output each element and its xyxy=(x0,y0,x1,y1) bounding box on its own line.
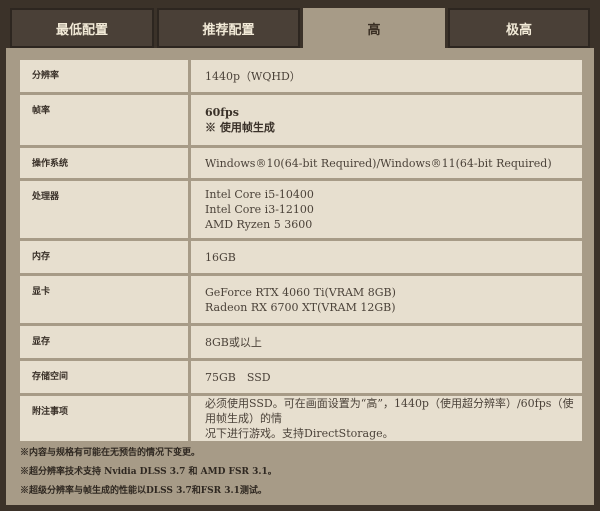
row-value: 75GB SSD xyxy=(191,361,582,393)
row-value: 8GB或以上 xyxy=(191,326,582,358)
tab-minimum[interactable]: 最低配置 xyxy=(10,8,154,48)
row-value: 60fps ※ 使用帧生成 xyxy=(191,95,582,145)
row-label: 显卡 xyxy=(20,276,188,323)
footnote: ※内容与规格有可能在无预告的情况下变更。 xyxy=(20,448,201,458)
row-cpu: 处理器 Intel Core i5-10400 Intel Core i3-12… xyxy=(20,181,582,238)
row-value-line: 60fps xyxy=(205,106,239,119)
tab-label: 最低配置 xyxy=(55,22,108,38)
row-label: 操作系统 xyxy=(20,148,188,178)
tab-label: 推荐配置 xyxy=(202,22,255,38)
row-value-line: Windows®10(64-bit Required)/Windows®11(6… xyxy=(205,156,552,170)
row-value: 1440p（WQHD） xyxy=(191,60,582,92)
row-value: Intel Core i5-10400 Intel Core i3-12100 … xyxy=(191,181,582,238)
row-value-line: AMD Ryzen 5 3600 xyxy=(205,218,313,231)
row-value: 必须使用SSD。可在画面设置为“高”，1440p（使用超分辨率）/60fps（使… xyxy=(191,396,582,441)
row-value-line: Intel Core i5-10400 xyxy=(205,188,314,201)
row-label: 显存 xyxy=(20,326,188,358)
row-value: 16GB xyxy=(191,241,582,273)
row-value-line: 况下进行游戏。支持DirectStorage。 xyxy=(205,427,394,440)
row-storage: 存储空间 75GB SSD xyxy=(20,361,582,393)
row-notes: 附注事项 必须使用SSD。可在画面设置为“高”，1440p（使用超分辨率）/60… xyxy=(20,396,582,441)
spec-tabs: 最低配置 推荐配置 高 极高 xyxy=(0,0,600,48)
row-framerate: 帧率 60fps ※ 使用帧生成 xyxy=(20,95,582,145)
row-label: 处理器 xyxy=(20,181,188,238)
row-value-line: 1440p（WQHD） xyxy=(205,69,301,83)
row-os: 操作系统 Windows®10(64-bit Required)/Windows… xyxy=(20,148,582,178)
tab-label: 极高 xyxy=(505,22,532,38)
row-value-line: ※ 使用帧生成 xyxy=(205,121,275,134)
row-label: 帧率 xyxy=(20,95,188,145)
tab-high[interactable]: 高 xyxy=(303,8,445,48)
footnote: ※超分辨率技术支持 Nvidia DLSS 3.7 和 AMD FSR 3.1。 xyxy=(20,467,277,477)
row-value-line: 16GB xyxy=(205,250,236,264)
row-value-line: Radeon RX 6700 XT(VRAM 12GB) xyxy=(205,300,396,314)
row-value-line: Intel Core i3-12100 xyxy=(205,203,314,216)
row-vram: 显存 8GB或以上 xyxy=(20,326,582,358)
row-memory: 内存 16GB xyxy=(20,241,582,273)
row-value-line: GeForce RTX 4060 Ti(VRAM 8GB) xyxy=(205,285,396,299)
row-value-line: 必须使用SSD。可在画面设置为“高”，1440p（使用超分辨率）/60fps（使… xyxy=(205,397,574,425)
row-label: 分辨率 xyxy=(20,60,188,92)
tab-recommended[interactable]: 推荐配置 xyxy=(157,8,300,48)
footnote: ※超级分辨率与帧生成的性能以DLSS 3.7和FSR 3.1测试。 xyxy=(20,486,267,496)
row-label: 附注事项 xyxy=(20,396,188,441)
footnotes: ※内容与规格有可能在无预告的情况下变更。 ※超分辨率技术支持 Nvidia DL… xyxy=(20,447,580,504)
row-label: 存储空间 xyxy=(20,361,188,393)
row-value: GeForce RTX 4060 Ti(VRAM 8GB) Radeon RX … xyxy=(191,276,582,323)
row-value: Windows®10(64-bit Required)/Windows®11(6… xyxy=(191,148,582,178)
row-value-line: 75GB SSD xyxy=(205,370,271,384)
row-resolution: 分辨率 1440p（WQHD） xyxy=(20,60,582,92)
tab-label: 高 xyxy=(367,22,381,38)
tab-ultra[interactable]: 极高 xyxy=(448,8,590,48)
row-label: 内存 xyxy=(20,241,188,273)
row-gpu: 显卡 GeForce RTX 4060 Ti(VRAM 8GB) Radeon … xyxy=(20,276,582,323)
row-value-line: 8GB或以上 xyxy=(205,335,262,349)
